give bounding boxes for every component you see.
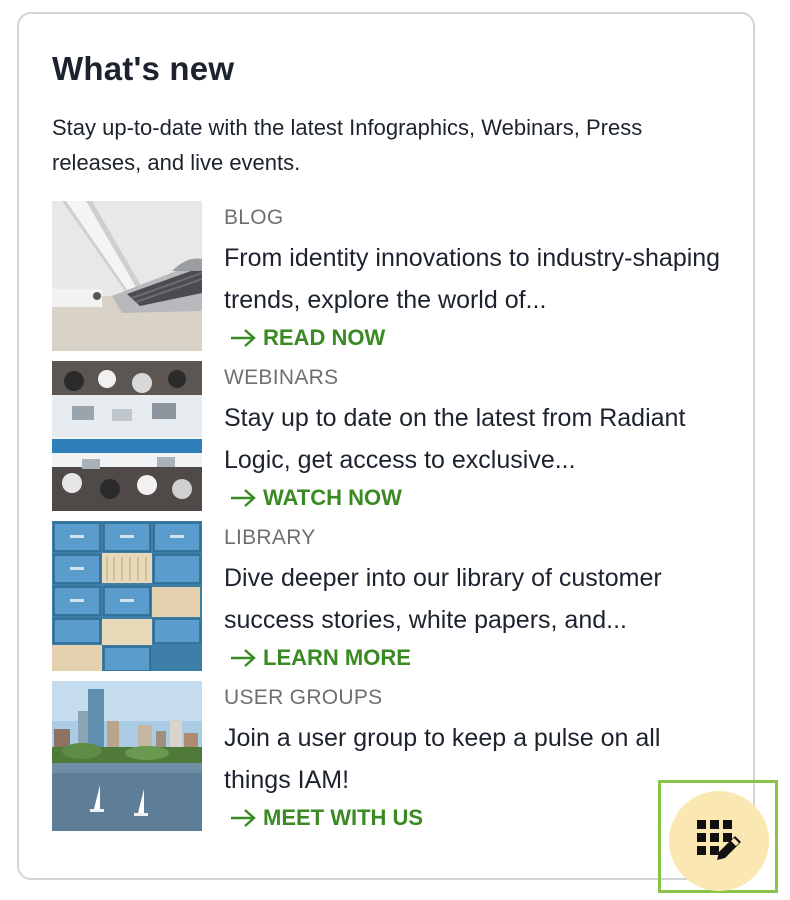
item-category: BLOG bbox=[224, 206, 284, 229]
arrow-right-icon bbox=[231, 329, 256, 347]
file-cabinets-photo bbox=[52, 521, 202, 671]
edit-widget-button[interactable] bbox=[669, 791, 769, 891]
list-item-user-groups: USER GROUPS Join a user group to keep a … bbox=[52, 681, 742, 831]
read-now-link[interactable]: READ NOW bbox=[229, 325, 385, 351]
arrow-right-icon bbox=[231, 489, 256, 507]
edit-grid-icon bbox=[697, 820, 741, 860]
watch-now-link[interactable]: WATCH NOW bbox=[229, 485, 402, 511]
item-category: USER GROUPS bbox=[224, 686, 383, 709]
card-intro: Stay up-to-date with the latest Infograp… bbox=[52, 115, 643, 175]
arrow-right-icon bbox=[231, 649, 256, 667]
laptop-photo bbox=[52, 201, 202, 351]
item-description: From identity innovations to industry-sh… bbox=[224, 244, 721, 314]
whats-new-card: What's new Stay up-to-date with the late… bbox=[17, 12, 755, 880]
cta-label: WATCH NOW bbox=[263, 485, 402, 510]
item-category: WEBINARS bbox=[224, 366, 339, 389]
arrow-right-icon bbox=[231, 809, 256, 827]
meet-with-us-link[interactable]: MEET WITH US bbox=[229, 805, 423, 831]
meeting-overhead-photo bbox=[52, 361, 202, 511]
city-skyline-photo bbox=[52, 681, 202, 831]
cta-label: MEET WITH US bbox=[263, 805, 424, 830]
list-item-library: LIBRARY Dive deeper into our library of … bbox=[52, 521, 742, 671]
item-description: Stay up to date on the latest from Radia… bbox=[224, 404, 686, 474]
cta-label: LEARN MORE bbox=[263, 645, 411, 670]
list-item-blog: BLOG From identity innovations to indust… bbox=[52, 201, 742, 351]
cta-label: READ NOW bbox=[263, 325, 386, 350]
card-title: What's new bbox=[52, 50, 235, 87]
learn-more-link[interactable]: LEARN MORE bbox=[229, 645, 411, 671]
list-item-webinars: WEBINARS Stay up to date on the latest f… bbox=[52, 361, 742, 511]
item-description: Dive deeper into our library of customer… bbox=[224, 564, 662, 634]
item-category: LIBRARY bbox=[224, 526, 316, 549]
